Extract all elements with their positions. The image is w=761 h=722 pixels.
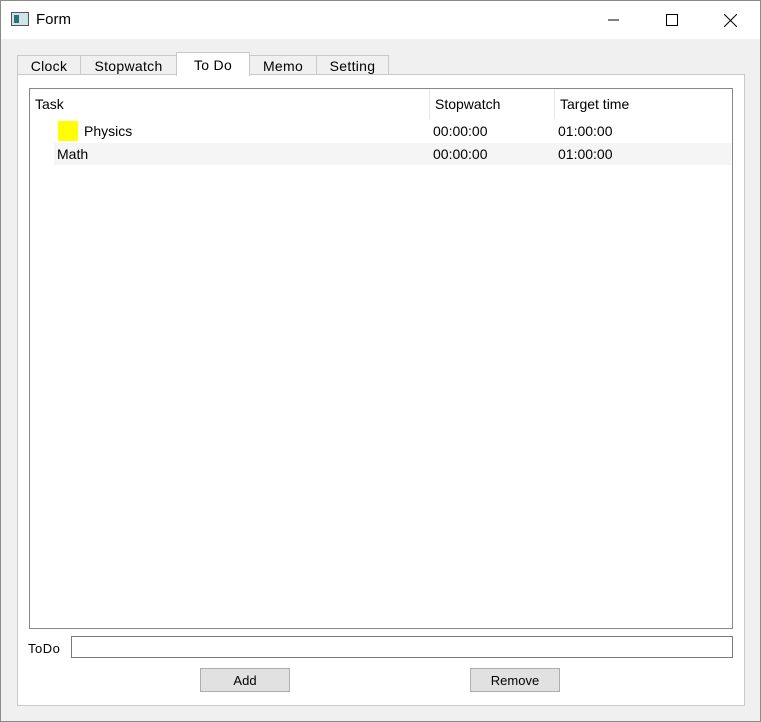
- close-button[interactable]: [701, 1, 759, 39]
- table-row[interactable]: Physics 00:00:00 01:00:00: [31, 120, 731, 142]
- todo-panel: Task Stopwatch Target time Physics 00:00…: [17, 74, 745, 706]
- maximize-icon: [666, 14, 678, 26]
- task-name: Physics: [84, 123, 133, 139]
- window-title: Form: [36, 11, 71, 28]
- app-window: Form Clock Stopwatch To Do Memo Setting …: [0, 0, 761, 722]
- header-task[interactable]: Task: [30, 89, 430, 119]
- tab-clock[interactable]: Clock: [17, 55, 81, 75]
- add-button[interactable]: Add: [200, 668, 290, 692]
- tab-stopwatch[interactable]: Stopwatch: [80, 55, 177, 75]
- tab-memo[interactable]: Memo: [249, 55, 317, 75]
- todo-label: ToDo: [28, 641, 61, 656]
- task-color-swatch: [58, 121, 78, 141]
- app-icon: [11, 12, 29, 26]
- maximize-button[interactable]: [643, 1, 701, 39]
- task-stopwatch: 00:00:00: [433, 146, 488, 162]
- close-icon: [723, 13, 737, 27]
- task-target-time: 01:00:00: [558, 146, 613, 162]
- remove-button[interactable]: Remove: [470, 668, 560, 692]
- title-bar: Form: [1, 1, 760, 39]
- task-tree[interactable]: Task Stopwatch Target time Physics 00:00…: [29, 88, 733, 629]
- todo-input[interactable]: [71, 636, 733, 658]
- table-row[interactable]: Math 00:00:00 01:00:00: [54, 143, 731, 165]
- tab-todo[interactable]: To Do: [176, 52, 250, 76]
- task-target-time: 01:00:00: [558, 123, 613, 139]
- minimize-button[interactable]: [585, 1, 643, 39]
- minimize-icon: [608, 19, 619, 21]
- task-stopwatch: 00:00:00: [433, 123, 488, 139]
- task-name: Math: [57, 146, 89, 162]
- header-target-time[interactable]: Target time: [555, 89, 732, 119]
- header-stopwatch[interactable]: Stopwatch: [430, 89, 555, 119]
- tab-setting[interactable]: Setting: [316, 55, 389, 75]
